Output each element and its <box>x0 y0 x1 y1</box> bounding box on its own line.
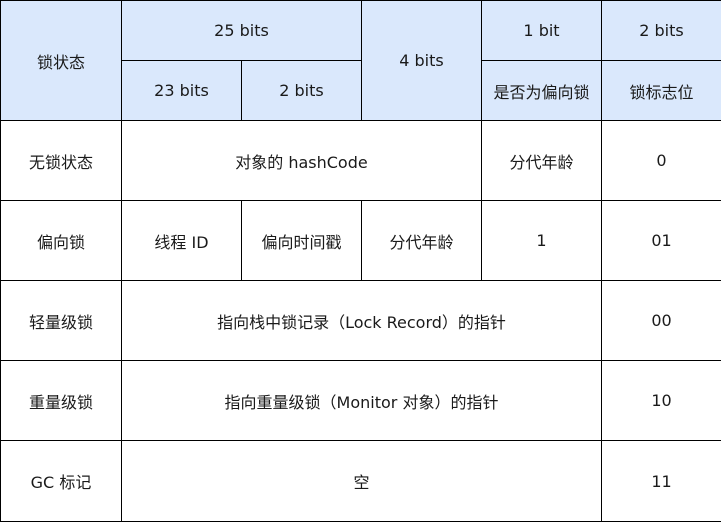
header-2-bits-epoch: 2 bits <box>242 61 362 121</box>
header-1-bit: 1 bit <box>482 1 602 61</box>
row-state-lightweight: 轻量级锁 <box>1 281 122 361</box>
row-state-biased: 偏向锁 <box>1 201 122 281</box>
header-25-bits: 25 bits <box>122 1 362 61</box>
cell-generation-age: 分代年龄 <box>362 201 482 281</box>
cell-hashcode: 对象的 hashCode <box>122 121 482 201</box>
table-row: 偏向锁 线程 ID 偏向时间戳 分代年龄 1 01 <box>1 201 721 281</box>
mark-word-table: 锁状态 25 bits 4 bits 1 bit 2 bits 23 bits … <box>0 0 721 522</box>
header-23-bits: 23 bits <box>122 61 242 121</box>
table-row: 轻量级锁 指向栈中锁记录（Lock Record）的指针 00 <box>1 281 721 361</box>
cell-epoch: 偏向时间戳 <box>242 201 362 281</box>
table-row: 无锁状态 对象的 hashCode 分代年龄 0 01 <box>1 121 721 201</box>
row-state-unlocked: 无锁状态 <box>1 121 122 201</box>
table-row: GC 标记 空 11 <box>1 441 721 522</box>
header-lock-state: 锁状态 <box>1 1 122 121</box>
cell-empty: 空 <box>122 441 602 522</box>
header-lock-flag: 锁标志位 <box>602 61 721 121</box>
cell-lock-flag: 10 <box>602 361 721 441</box>
header-biased-flag: 是否为偏向锁 <box>482 61 602 121</box>
cell-biased-bit: 0 <box>602 121 721 201</box>
cell-biased-bit: 1 <box>482 201 602 281</box>
cell-thread-id: 线程 ID <box>122 201 242 281</box>
cell-lock-record-pointer: 指向栈中锁记录（Lock Record）的指针 <box>122 281 602 361</box>
header-2-bits-flag: 2 bits <box>602 1 721 61</box>
cell-lock-flag: 00 <box>602 281 721 361</box>
cell-lock-flag: 11 <box>602 441 721 522</box>
header-4-bits: 4 bits <box>362 1 482 121</box>
row-state-heavyweight: 重量级锁 <box>1 361 122 441</box>
cell-generation-age: 分代年龄 <box>482 121 602 201</box>
cell-lock-flag: 01 <box>602 201 721 281</box>
row-state-gc-mark: GC 标记 <box>1 441 122 522</box>
cell-monitor-pointer: 指向重量级锁（Monitor 对象）的指针 <box>122 361 602 441</box>
table-row: 重量级锁 指向重量级锁（Monitor 对象）的指针 10 <box>1 361 721 441</box>
